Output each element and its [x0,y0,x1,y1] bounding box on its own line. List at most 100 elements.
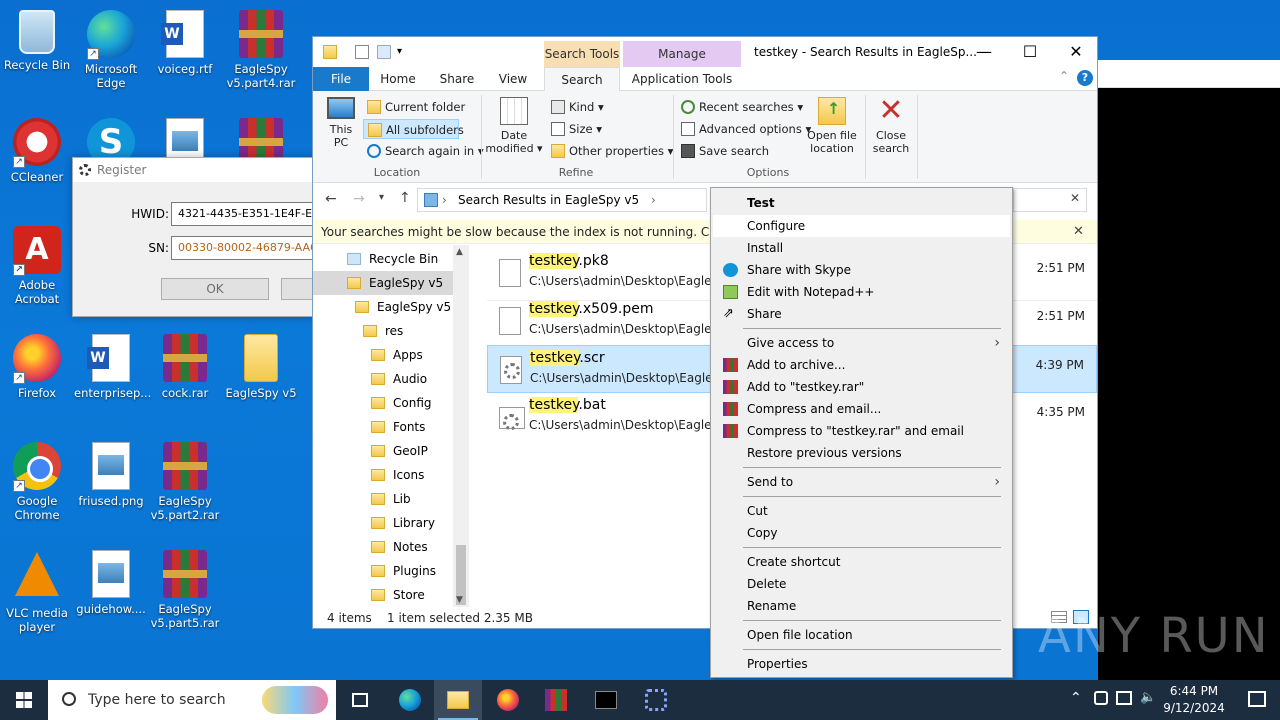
desktop-icon-google-chrome[interactable]: ↗ Google Chrome [0,436,74,536]
nav-item-fonts[interactable]: Fonts [371,415,425,439]
taskbar-firefox[interactable] [484,680,532,720]
current-folder-button[interactable]: Current folder [363,97,465,117]
taskbar-winrar[interactable] [532,680,580,720]
date-modified-button[interactable]: Date modified ▾ [485,95,543,155]
nav-item-geoip[interactable]: GeoIP [371,439,428,463]
close-search-button[interactable]: ✕ Close search [869,95,913,156]
forward-icon[interactable]: → [353,191,365,207]
nav-item-notes[interactable]: Notes [371,535,428,559]
this-pc-button[interactable]: This PC [321,95,361,149]
nav-item-eaglespy[interactable]: EagleSpy v5 [313,271,453,295]
taskbar-file-explorer[interactable] [434,680,482,720]
menu-item-send-to[interactable]: Send to › [713,471,1010,493]
tab-home[interactable]: Home [373,67,423,91]
close-notice-icon[interactable]: ✕ [1073,220,1084,244]
menu-item-give-access-to[interactable]: Give access to › [713,332,1010,354]
menu-item-share-with-skype[interactable]: Share with Skype [713,259,1010,281]
save-search-button[interactable]: Save search [677,141,769,161]
scroll-down-icon[interactable]: ▼ [456,595,463,605]
menu-item-properties[interactable]: Properties [713,653,1010,675]
desktop-icon-microsoft-edge[interactable]: ↗ Microsoft Edge [74,4,148,104]
hwid-field[interactable]: 4321-4435-E351-1E4F-EDA8 [171,202,333,226]
desktop-icon-vlc[interactable]: VLC media player [0,544,74,644]
desktop-icon-enterprisep[interactable]: W enterprisep... [74,328,151,428]
taskbar-edge[interactable] [386,680,434,720]
all-subfolders-button[interactable]: All subfolders [363,119,464,139]
tab-view[interactable]: View [489,67,537,91]
nav-item-eaglespy-sub[interactable]: EagleSpy v5 [355,295,451,319]
search-input[interactable]: ✕ [1013,188,1087,212]
advanced-options-button[interactable]: Advanced options ▾ [677,119,811,139]
menu-item-compress-and-email[interactable]: Compress and email... [713,398,1010,420]
properties-icon[interactable] [355,45,369,59]
taskbar-app[interactable] [632,680,680,720]
menu-item-test[interactable]: Test [713,192,1010,214]
other-properties-button[interactable]: Other properties ▾ [547,141,673,161]
desktop-icon-eaglespy-part4[interactable]: EagleSpy v5.part4.rar [224,4,298,104]
taskbar-terminal[interactable] [582,680,630,720]
nav-item-config[interactable]: Config [371,391,432,415]
nav-item-library[interactable]: Library [371,511,435,535]
desktop-icon-eaglespy-part2[interactable]: EagleSpy v5.part2.rar [148,436,222,536]
nav-item-res[interactable]: res [363,319,403,343]
help-icon[interactable]: ? [1077,70,1093,86]
clear-search-icon[interactable]: ✕ [1070,191,1080,205]
up-icon[interactable]: ↑ [399,190,411,206]
network-icon[interactable] [1116,691,1132,705]
maximize-button[interactable]: ☐ [1007,37,1053,67]
collapse-ribbon-icon[interactable]: ⌃ [1059,69,1069,83]
tab-search[interactable]: Search [544,67,620,92]
desktop-icon-friused[interactable]: friused.png [74,436,148,536]
task-view-button[interactable] [336,680,384,720]
kind-button[interactable]: Kind ▾ [547,97,604,117]
desktop-icon-cock-rar[interactable]: cock.rar [148,328,222,428]
tab-file[interactable]: File [313,67,369,91]
nav-item-plugins[interactable]: Plugins [371,559,436,583]
tab-share[interactable]: Share [431,67,483,91]
desktop-icon-guidehow[interactable]: guidehow.... [74,544,148,644]
defender-icon[interactable] [1094,691,1108,705]
tab-application-tools[interactable]: Application Tools [623,67,741,91]
menu-item-restore-previous-versions[interactable]: Restore previous versions [713,442,1010,464]
nav-item-apps[interactable]: Apps [371,343,423,367]
desktop-icon-voiceg[interactable]: W voiceg.rtf [148,4,222,104]
menu-item-edit-with-notepadpp[interactable]: Edit with Notepad++ [713,281,1010,303]
size-button[interactable]: Size ▾ [547,119,602,139]
nav-item-store[interactable]: Store [371,583,425,607]
new-folder-icon[interactable] [377,45,391,59]
menu-item-delete[interactable]: Delete [713,573,1010,595]
taskbar-search-box[interactable]: Type here to search [48,680,336,720]
menu-item-compress-to-rar-and-email[interactable]: Compress to "testkey.rar" and email [713,420,1010,442]
menu-item-copy[interactable]: Copy [713,522,1010,544]
menu-item-rename[interactable]: Rename [713,595,1010,617]
desktop-icon-eaglespy-folder[interactable]: EagleSpy v5 [224,328,298,428]
ok-button[interactable]: OK [161,278,269,300]
minimize-button[interactable]: — [961,37,1007,67]
recent-searches-button[interactable]: Recent searches ▾ [677,97,803,117]
scroll-up-icon[interactable]: ▲ [456,247,463,257]
nav-item-lib[interactable]: Lib [371,487,411,511]
address-field[interactable]: › Search Results in EagleSpy v5 › [417,188,707,212]
close-button[interactable]: ✕ [1053,37,1099,67]
nav-scrollbar[interactable]: ▲ ▼ [453,245,469,607]
desktop-icon-ccleaner[interactable]: ↗ CCleaner [0,112,74,212]
start-button[interactable] [0,680,48,720]
menu-item-install[interactable]: Install [713,237,1010,259]
nav-item-icons[interactable]: Icons [371,463,424,487]
menu-item-create-shortcut[interactable]: Create shortcut [713,551,1010,573]
show-hidden-icons-icon[interactable]: ⌃ [1070,690,1082,706]
menu-item-open-file-location[interactable]: Open file location [713,624,1010,646]
menu-item-configure[interactable]: Configure [713,215,1010,237]
open-file-location-button[interactable]: ↑ Open file location [803,95,861,155]
clock[interactable]: 6:44 PM 9/12/2024 [1154,683,1234,717]
nav-item-recycle-bin[interactable]: Recycle Bin [347,247,438,271]
desktop-icon-recycle-bin[interactable]: Recycle Bin [0,4,74,104]
notifications-icon[interactable] [1248,691,1266,707]
menu-item-add-to-testkey-rar[interactable]: Add to "testkey.rar" [713,376,1010,398]
search-again-button[interactable]: Search again in ▾ [363,141,484,161]
recent-locations-icon[interactable]: ▾ [379,192,384,203]
sn-field[interactable]: 00330-80002-46879-AA687 [171,236,333,260]
qat-dropdown-icon[interactable]: ▾ [397,45,411,59]
nav-item-audio[interactable]: Audio [371,367,427,391]
menu-item-cut[interactable]: Cut [713,500,1010,522]
